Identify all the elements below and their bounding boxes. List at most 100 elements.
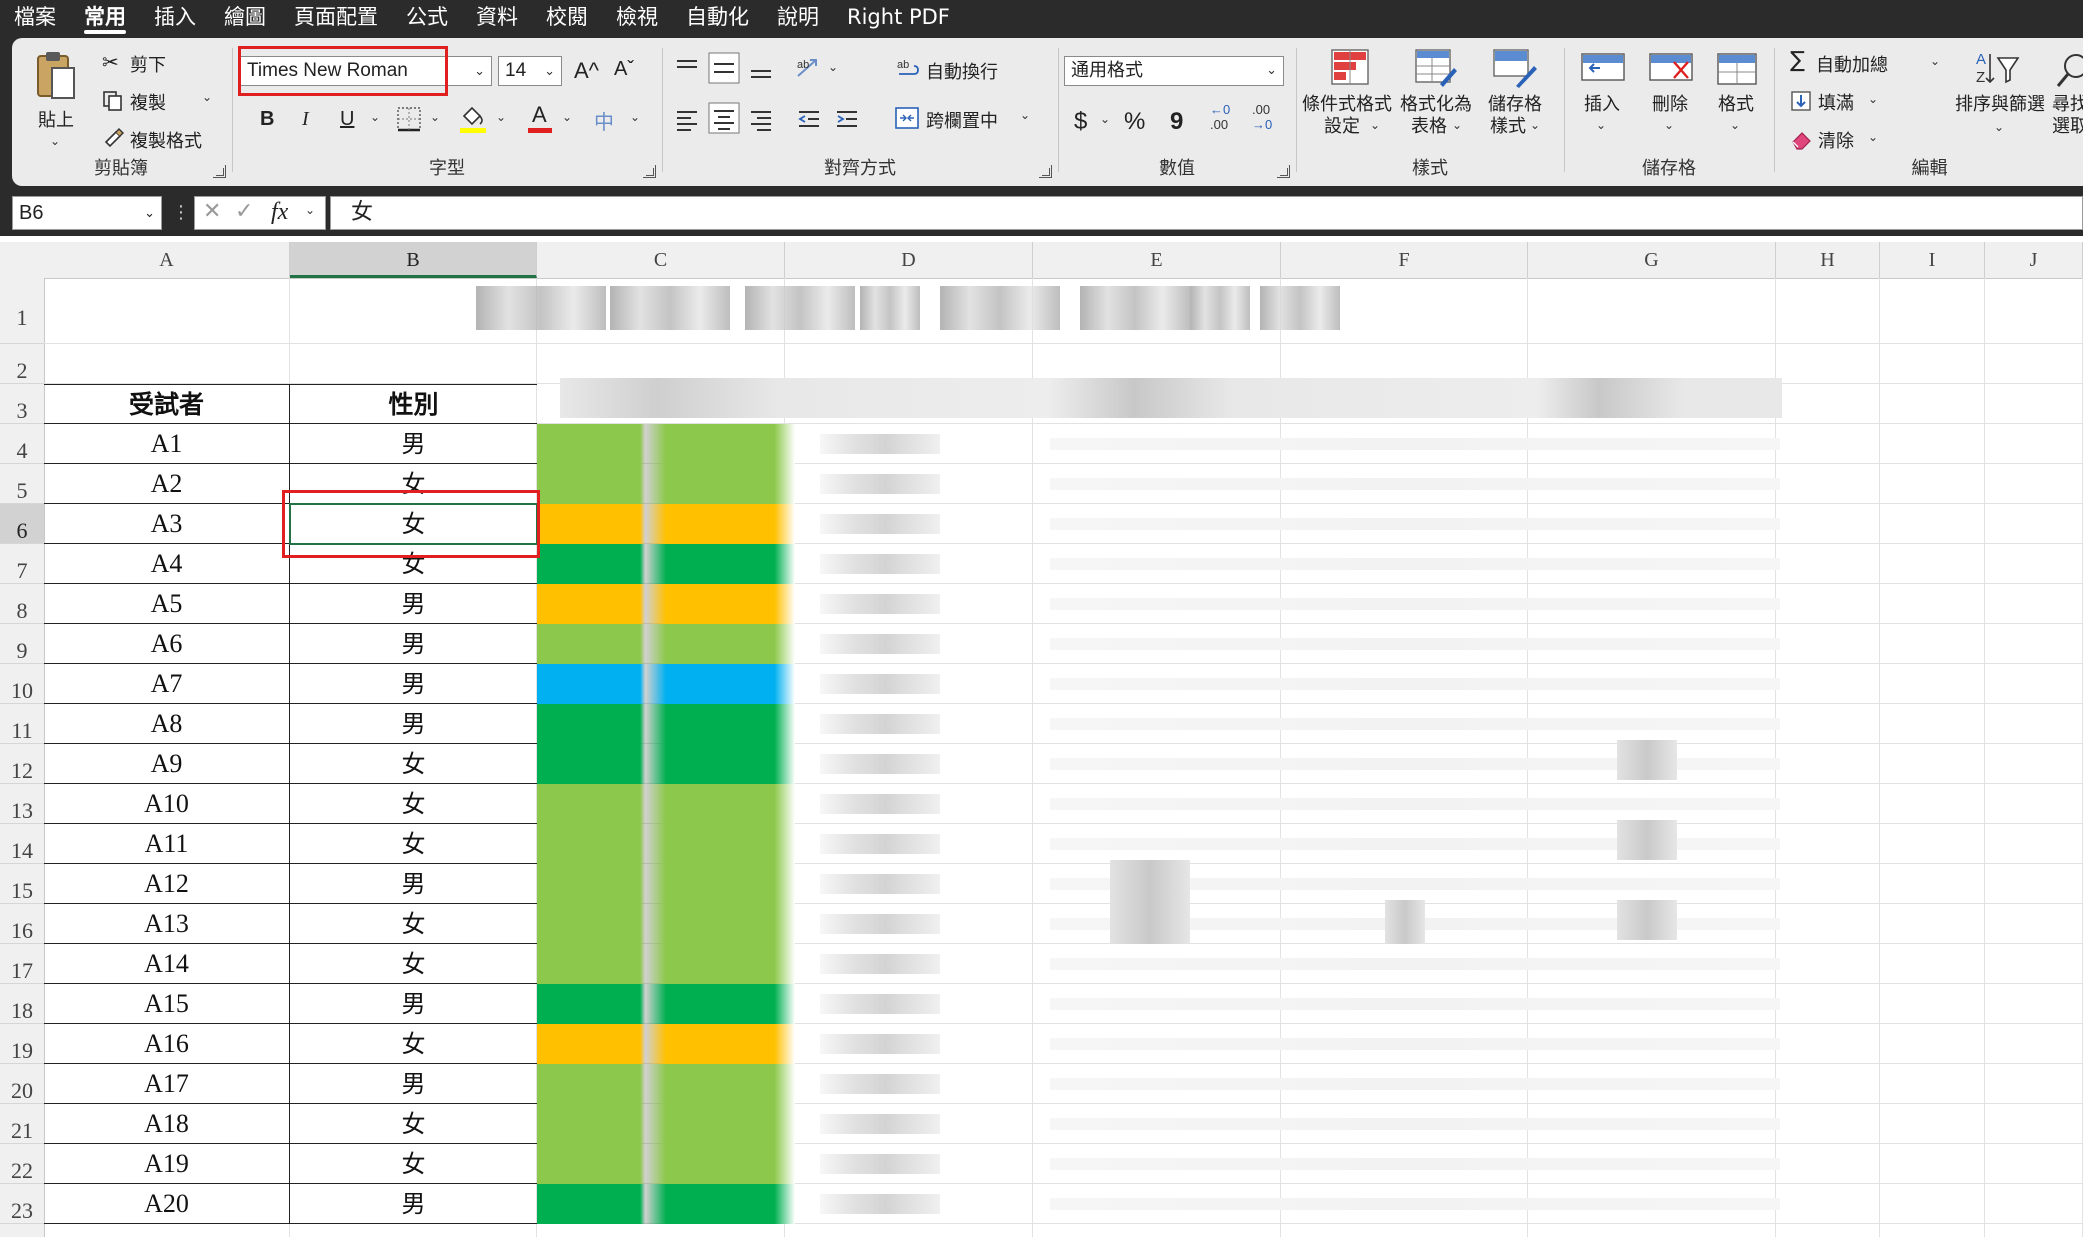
phonetic-dropdown-icon[interactable]: ⌄: [630, 110, 640, 124]
decrease-indent-icon[interactable]: [796, 106, 822, 132]
pixelated-score-cell[interactable]: [537, 464, 795, 504]
menu-tab-page-layout[interactable]: 頁面配置: [280, 0, 392, 36]
row-header-5[interactable]: 5: [0, 464, 44, 504]
row-header-8[interactable]: 8: [0, 584, 44, 624]
subject-cell[interactable]: A18: [44, 1104, 290, 1144]
row-header-2[interactable]: 2: [0, 344, 44, 384]
sort-filter-button[interactable]: A Z 排序與篩選 ⌄: [1952, 48, 2048, 154]
row-header-4[interactable]: 4: [0, 424, 44, 464]
menu-tab-help[interactable]: 說明: [763, 0, 833, 36]
phonetic-guide-icon[interactable]: 中: [594, 106, 614, 135]
gender-cell[interactable]: 男: [290, 424, 537, 464]
align-bottom-icon[interactable]: [748, 56, 774, 82]
percent-button[interactable]: %: [1124, 108, 1145, 136]
gender-cell[interactable]: 女: [290, 784, 537, 824]
formula-input[interactable]: 女: [330, 196, 2083, 230]
gender-cell[interactable]: 男: [290, 624, 537, 664]
number-format-combo[interactable]: 通用格式 ⌄: [1064, 56, 1284, 86]
column-header-d[interactable]: D: [785, 242, 1033, 278]
menu-tab-formulas[interactable]: 公式: [392, 0, 462, 36]
header-subject[interactable]: 受試者: [44, 384, 290, 424]
insert-cells-button[interactable]: 插入 ⌄: [1570, 48, 1634, 154]
pixelated-score-cell[interactable]: [537, 504, 795, 544]
decrease-decimal-button[interactable]: .00 →0: [1252, 102, 1284, 138]
subject-cell[interactable]: A10: [44, 784, 290, 824]
pixelated-score-cell[interactable]: [537, 744, 795, 784]
gender-cell[interactable]: 男: [290, 1064, 537, 1104]
row-header-1[interactable]: 1: [0, 278, 44, 344]
subject-cell[interactable]: A7: [44, 664, 290, 704]
border-dropdown-icon[interactable]: ⌄: [430, 110, 440, 124]
increase-decimal-button[interactable]: ←0 .00: [1210, 102, 1242, 138]
format-as-table-button[interactable]: 格式化為 表格 ⌄: [1394, 48, 1478, 154]
column-header-f[interactable]: F: [1281, 242, 1528, 278]
menu-tab-draw[interactable]: 繪圖: [210, 0, 280, 36]
row-header-17[interactable]: 17: [0, 944, 44, 984]
font-launcher-icon[interactable]: [643, 165, 656, 178]
row-header-14[interactable]: 14: [0, 824, 44, 864]
subject-cell[interactable]: A9: [44, 744, 290, 784]
align-right-icon[interactable]: [748, 106, 774, 132]
orientation-icon[interactable]: ab: [794, 54, 822, 82]
bold-button[interactable]: B: [260, 108, 274, 131]
format-cells-button[interactable]: 格式 ⌄: [1704, 48, 1768, 154]
column-header-b[interactable]: B: [290, 242, 537, 278]
fill-color-icon[interactable]: [458, 102, 488, 134]
row-header-16[interactable]: 16: [0, 904, 44, 944]
clipboard-launcher-icon[interactable]: [213, 165, 226, 178]
row-header-7[interactable]: 7: [0, 544, 44, 584]
pixelated-score-cell[interactable]: [537, 1104, 795, 1144]
row-header-3[interactable]: 3: [0, 384, 44, 424]
subject-cell[interactable]: A2: [44, 464, 290, 504]
menu-tab-file[interactable]: 檔案: [0, 0, 70, 36]
subject-cell[interactable]: A19: [44, 1144, 290, 1184]
subject-cell[interactable]: A5: [44, 584, 290, 624]
cell-styles-button[interactable]: 儲存格 樣式 ⌄: [1478, 48, 1552, 154]
confirm-entry-icon[interactable]: ✓: [235, 199, 253, 224]
column-header-c[interactable]: C: [537, 242, 785, 278]
menu-tab-right-pdf[interactable]: Right PDF: [833, 0, 964, 36]
menu-tab-automate[interactable]: 自動化: [672, 0, 763, 36]
paste-button[interactable]: 貼上 ⌄: [26, 50, 86, 150]
alignment-launcher-icon[interactable]: [1039, 165, 1052, 178]
row-header-9[interactable]: 9: [0, 624, 44, 664]
row-header-20[interactable]: 20: [0, 1064, 44, 1104]
fill-button[interactable]: 填滿 ⌄: [1790, 86, 1900, 116]
row-header-19[interactable]: 19: [0, 1024, 44, 1064]
subject-cell[interactable]: A3: [44, 504, 290, 544]
align-top-icon[interactable]: [674, 56, 700, 82]
orientation-dropdown-icon[interactable]: ⌄: [828, 60, 838, 74]
subject-cell[interactable]: A15: [44, 984, 290, 1024]
pixelated-score-cell[interactable]: [537, 624, 795, 664]
menu-tab-insert[interactable]: 插入: [140, 0, 210, 36]
italic-button[interactable]: I: [302, 108, 309, 131]
pixelated-score-cell[interactable]: [537, 904, 795, 944]
menu-tab-home[interactable]: 常用: [70, 0, 140, 36]
pixelated-score-cell[interactable]: [537, 864, 795, 904]
row-header-15[interactable]: 15: [0, 864, 44, 904]
header-gender[interactable]: 性別: [290, 384, 537, 424]
find-select-button[interactable]: 尋找 選取: [2050, 48, 2083, 154]
align-center-icon[interactable]: [708, 102, 740, 134]
row-header-22[interactable]: 22: [0, 1144, 44, 1184]
gender-cell[interactable]: 女: [290, 1104, 537, 1144]
pixelated-score-cell[interactable]: [537, 784, 795, 824]
gender-cell[interactable]: 男: [290, 584, 537, 624]
menu-tab-view[interactable]: 檢視: [602, 0, 672, 36]
subject-cell[interactable]: A11: [44, 824, 290, 864]
merge-center-button[interactable]: 跨欄置中 ⌄: [890, 102, 1040, 134]
font-color-button[interactable]: A: [526, 102, 554, 134]
pixelated-score-cell[interactable]: [537, 1144, 795, 1184]
column-header-g[interactable]: G: [1528, 242, 1776, 278]
gender-cell[interactable]: 女: [290, 1024, 537, 1064]
insert-function-button[interactable]: fx: [271, 199, 288, 226]
format-painter-button[interactable]: 複製格式: [102, 124, 222, 154]
subject-cell[interactable]: A16: [44, 1024, 290, 1064]
row-header-10[interactable]: 10: [0, 664, 44, 704]
pixelated-score-cell[interactable]: [537, 664, 795, 704]
pixelated-score-cell[interactable]: [537, 584, 795, 624]
pixelated-score-cell[interactable]: [537, 1064, 795, 1104]
row-header-6[interactable]: 6: [0, 504, 44, 544]
gender-cell[interactable]: 男: [290, 864, 537, 904]
currency-dropdown-icon[interactable]: ⌄: [1100, 112, 1110, 126]
